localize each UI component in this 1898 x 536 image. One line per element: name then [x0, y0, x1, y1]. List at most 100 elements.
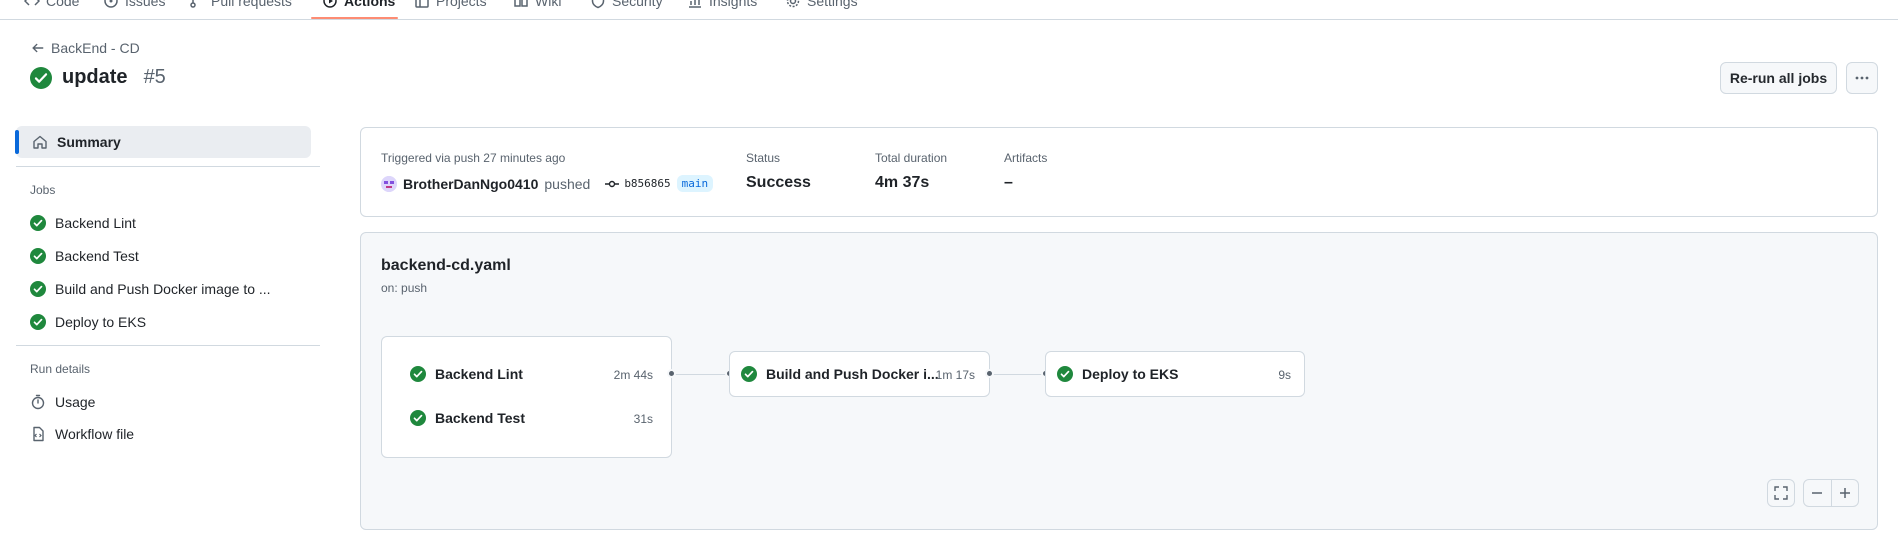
commit-link[interactable]: b856865: [604, 176, 671, 192]
code-icon: [24, 0, 40, 6]
sidebar-item-usage[interactable]: Usage: [30, 394, 95, 410]
workflow-file-name: backend-cd.yaml: [381, 257, 511, 274]
zoom-controls: [1803, 479, 1859, 507]
job-group-stage-1: [381, 336, 672, 458]
table-icon: [415, 0, 429, 8]
status-value: Success: [746, 174, 811, 191]
run-number: #5: [143, 66, 166, 88]
artifacts-label: Artifacts: [1004, 151, 1048, 165]
file-code-icon: [33, 426, 44, 442]
sidebar-job-deploy-eks[interactable]: Deploy to EKS: [30, 314, 146, 330]
shield-icon: [591, 0, 605, 9]
tab-issues[interactable]: Issues: [103, 0, 165, 11]
tab-insights[interactable]: Insights: [687, 0, 757, 11]
arrow-left-icon: [32, 43, 44, 53]
tab-settings[interactable]: Settings: [785, 0, 858, 11]
graph-job-backend-test[interactable]: Backend Test: [410, 410, 525, 426]
book-icon: [514, 0, 528, 7]
pull-request-icon: [190, 0, 196, 8]
dash-icon: [1812, 492, 1823, 494]
divider: [16, 166, 320, 167]
artifacts-value: –: [1004, 174, 1013, 191]
zoom-out-button[interactable]: [1804, 480, 1831, 506]
tab-security[interactable]: Security: [590, 0, 663, 11]
job-duration: 2m 44s: [613, 368, 653, 382]
git-commit-icon: [605, 180, 620, 187]
sidebar-item-label: Workflow file: [55, 426, 135, 442]
check-circle-fill-icon: [30, 248, 46, 264]
sidebar-item-summary-content[interactable]: Summary: [32, 134, 121, 150]
check-circle-fill-icon: [30, 281, 46, 297]
fullscreen-button[interactable]: [1767, 479, 1795, 507]
sidebar-job-build-push[interactable]: Build and Push Docker image to ...: [30, 281, 271, 297]
sidebar-item-label: Deploy to EKS: [55, 314, 147, 330]
status-label: Status: [746, 151, 781, 165]
push-action: pushed: [544, 175, 591, 192]
duration-label: Total duration: [875, 151, 948, 165]
issue-icon: [104, 0, 118, 8]
tab-label: Code: [46, 0, 80, 9]
rerun-all-jobs-button[interactable]: Re-run all jobs: [1720, 62, 1837, 94]
graph-job-deploy-eks-content[interactable]: Deploy to EKS: [1057, 366, 1178, 382]
check-circle-fill-icon: [410, 410, 426, 426]
tab-label: Pull requests: [211, 0, 292, 9]
branch-label[interactable]: main: [676, 175, 714, 192]
check-circle-fill-icon: [30, 215, 46, 231]
tab-label: Insights: [709, 0, 758, 9]
check-circle-fill-icon: [1057, 366, 1073, 382]
repo-nav: Code Issues Pull requests Actions Projec…: [0, 0, 1898, 20]
page-title: update #5: [30, 66, 166, 89]
trigger-details: BrotherDanNgo0410 pushed b856865 main: [381, 175, 714, 192]
trigger-text: Triggered via push 27 minutes ago: [381, 151, 566, 165]
graph-job-build-push-content[interactable]: Build and Push Docker i...: [741, 366, 939, 382]
sidebar-item-label: Build and Push Docker image to ...: [55, 281, 271, 297]
active-tab-underline: [311, 17, 398, 19]
tab-code[interactable]: Code: [24, 0, 79, 11]
job-duration: 31s: [633, 412, 653, 426]
workflow-graph: backend-cd.yaml on: push Backend Lint 2m…: [360, 232, 1878, 530]
tab-actions[interactable]: Actions: [322, 0, 395, 11]
plus-icon: [1839, 488, 1850, 498]
duration-value: 4m 37s: [875, 174, 930, 191]
author-link[interactable]: BrotherDanNgo0410: [403, 176, 538, 192]
tab-label: Security: [612, 0, 663, 9]
job-duration: 1m 17s: [935, 368, 975, 382]
workflow-name: BackEnd - CD: [51, 40, 140, 56]
back-link[interactable]: BackEnd - CD: [31, 40, 140, 56]
job-duration: 9s: [1278, 368, 1291, 382]
check-circle-fill-icon: [30, 314, 46, 330]
sidebar-job-backend-lint[interactable]: Backend Lint: [30, 215, 136, 231]
kebab-horizontal-icon: [1855, 76, 1869, 80]
connector-dot: [667, 369, 676, 378]
stopwatch-icon: [31, 394, 45, 410]
gear-icon: [786, 0, 800, 8]
tab-label: Actions: [344, 0, 396, 9]
graph-icon: [689, 0, 701, 8]
run-title: update: [62, 66, 128, 88]
tab-wiki[interactable]: Wiki: [513, 0, 561, 11]
sidebar-job-backend-test[interactable]: Backend Test: [30, 248, 139, 264]
more-options-button[interactable]: [1846, 62, 1878, 94]
tab-pull-requests[interactable]: Pull requests: [189, 0, 292, 11]
graph-job-backend-lint[interactable]: Backend Lint: [410, 366, 523, 382]
sidebar-item-label: Summary: [57, 134, 121, 150]
play-icon: [323, 0, 337, 8]
workflow-trigger: on: push: [381, 281, 428, 295]
check-circle-fill-icon: [741, 366, 757, 382]
tab-label: Projects: [436, 0, 487, 9]
active-indicator: [15, 130, 19, 154]
sidebar-item-label: Backend Test: [55, 248, 139, 264]
tab-label: Issues: [125, 0, 166, 9]
graph-connector: [672, 374, 731, 375]
connector-dot: [985, 369, 994, 378]
tab-projects[interactable]: Projects: [414, 0, 487, 11]
sidebar-item-label: Backend Lint: [55, 215, 136, 231]
zoom-in-button[interactable]: [1830, 480, 1859, 506]
avatar[interactable]: [381, 175, 397, 192]
job-name: Deploy to EKS: [1082, 366, 1179, 382]
sidebar-item-workflow-file[interactable]: Workflow file: [30, 426, 134, 442]
home-icon: [33, 135, 47, 149]
run-summary-card: Triggered via push 27 minutes ago Brothe…: [360, 127, 1878, 217]
check-circle-fill-icon: [30, 66, 52, 89]
commit-sha: b856865: [624, 177, 671, 190]
